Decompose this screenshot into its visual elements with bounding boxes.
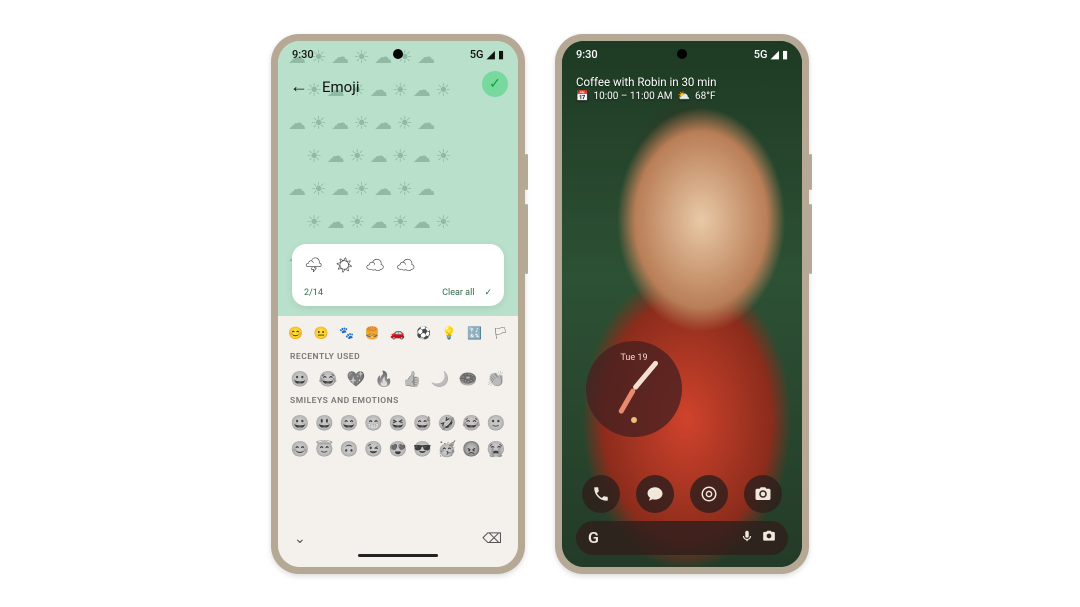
google-logo-icon: G <box>588 528 599 547</box>
app-dock <box>562 475 802 513</box>
messages-app-icon[interactable] <box>636 475 674 513</box>
section-recently-used: RECENTLY USED <box>290 352 506 362</box>
at-a-glance-widget[interactable]: Coffee with Robin in 30 min 📅 10:00 – 11… <box>576 75 788 102</box>
camera-hole <box>677 49 687 59</box>
back-arrow-icon[interactable]: ← <box>290 76 308 97</box>
clock-minute-hand <box>632 359 659 390</box>
status-time: 9:30 <box>576 48 598 61</box>
clear-all-button[interactable]: Clear all <box>442 288 474 298</box>
camera-hole <box>393 49 403 59</box>
lens-icon[interactable] <box>762 529 776 547</box>
clock-date: Tue 19 <box>586 353 682 363</box>
emoji-keyboard: 😊 😐 🐾 🍔 🚗 ⚽ 💡 🔣 🏳 RECENTLY USED 😀 😂 💖 🔥 … <box>278 316 518 567</box>
backspace-icon[interactable]: ⌫ <box>482 531 502 547</box>
tab-flags[interactable]: 🏳 <box>493 326 508 340</box>
glance-temperature: 68°F <box>695 91 716 102</box>
tab-animals[interactable]: 🐾 <box>339 326 354 340</box>
smileys-row-1: 😀 😃 😄 😁 😆 😅 🤣 😂 🙂 <box>284 410 512 436</box>
emoji-item[interactable]: 🌙 <box>430 369 450 389</box>
emoji-item[interactable]: 🥳 <box>437 439 457 459</box>
mic-icon[interactable] <box>740 529 754 547</box>
status-time: 9:30 <box>292 48 314 61</box>
emoji-item[interactable]: 😀 <box>290 369 310 389</box>
emoji-item[interactable]: 💖 <box>346 369 366 389</box>
emoji-item[interactable]: 😆 <box>388 413 408 433</box>
calendar-icon: 📅 <box>576 91 588 102</box>
emoji-item[interactable]: 😡 <box>462 439 482 459</box>
page-title: Emoji <box>322 78 359 96</box>
emoji-item[interactable]: 👍 <box>402 369 422 389</box>
tab-symbols[interactable]: 🔣 <box>467 326 482 340</box>
recent-emoji-row: 😀 😂 💖 🔥 👍 🌙 🍩 👏 <box>284 366 512 392</box>
emoji-item[interactable]: 😄 <box>339 413 359 433</box>
phone-frame-right: 9:30 5G ◢ ▮ Coffee with Robin in 30 min … <box>555 34 809 574</box>
emoji-item[interactable]: 🔥 <box>374 369 394 389</box>
status-network: 5G <box>470 48 484 61</box>
clock-second-dot <box>631 417 637 423</box>
emoji-item[interactable]: 😉 <box>364 439 384 459</box>
emoji-item[interactable]: 😎 <box>413 439 433 459</box>
emoji-item[interactable]: 😂 <box>462 413 482 433</box>
weather-icon: ⛅ <box>678 91 690 102</box>
tab-smileys[interactable]: 😊 <box>288 326 303 340</box>
emoji-item[interactable]: 😍 <box>388 439 408 459</box>
emoji-item[interactable]: 🍩 <box>458 369 478 389</box>
selected-emojis: 🌩 ☀ ☁ ☁ <box>304 256 492 274</box>
emoji-wallpaper: ☁ ☀ ☁ ☀ ☁ ☀ ☁ ☀ ☁ ☀ ☁ ☀ ☁ ☀ ☁ ☀ ☁ ☀ ☁ ☀ … <box>278 41 518 316</box>
screen-left: 9:30 5G ◢ ▮ ☁ ☀ ☁ ☀ ☁ ☀ ☁ ☀ ☁ ☀ ☁ ☀ ☁ ☀ … <box>278 41 518 567</box>
emoji-item[interactable]: 🙂 <box>486 413 506 433</box>
tab-neutral[interactable]: 😐 <box>314 326 329 340</box>
screen-right: 9:30 5G ◢ ▮ Coffee with Robin in 30 min … <box>562 41 802 567</box>
tab-food[interactable]: 🍔 <box>365 326 380 340</box>
smileys-row-2: 😊 😇 🙃 😉 😍 😎 🥳 😡 😭 <box>284 436 512 462</box>
tab-activity[interactable]: ⚽ <box>416 326 431 340</box>
phone-frame-left: 9:30 5G ◢ ▮ ☁ ☀ ☁ ☀ ☁ ☀ ☁ ☀ ☁ ☀ ☁ ☀ ☁ ☀ … <box>271 34 525 574</box>
emoji-item[interactable]: 🤣 <box>437 413 457 433</box>
emoji-item[interactable]: 🙃 <box>339 439 359 459</box>
section-smileys: SMILEYS AND EMOTIONS <box>290 396 506 406</box>
analog-clock-widget[interactable]: Tue 19 <box>586 341 682 437</box>
confirm-check-icon[interactable]: ✓ <box>484 288 492 298</box>
emoji-counter: 2/14 <box>304 288 323 298</box>
signal-icon: ◢ <box>486 48 494 61</box>
phone-app-icon[interactable] <box>582 475 620 513</box>
signal-icon: ◢ <box>770 48 778 61</box>
emoji-item[interactable]: 😊 <box>290 439 310 459</box>
battery-icon: ▮ <box>782 48 788 61</box>
emoji-item[interactable]: 😇 <box>315 439 335 459</box>
glance-event-time: 10:00 – 11:00 AM <box>593 91 672 102</box>
search-bar[interactable]: G <box>576 521 788 555</box>
browser-app-icon[interactable] <box>690 475 728 513</box>
glance-event-title: Coffee with Robin in 30 min <box>576 75 788 89</box>
tab-travel[interactable]: 🚗 <box>390 326 405 340</box>
emoji-item[interactable]: 😃 <box>315 413 335 433</box>
status-network: 5G <box>754 48 768 61</box>
clock-hour-hand <box>618 387 636 414</box>
collapse-keyboard-icon[interactable]: ⌄ <box>294 531 306 547</box>
emoji-category-tabs: 😊 😐 🐾 🍔 🚗 ⚽ 💡 🔣 🏳 <box>284 324 512 348</box>
gesture-nav-bar <box>284 549 512 563</box>
tab-objects[interactable]: 💡 <box>442 326 457 340</box>
emoji-item[interactable]: 😁 <box>364 413 384 433</box>
emoji-item[interactable]: 😂 <box>318 369 338 389</box>
title-bar: ← Emoji <box>278 69 518 105</box>
emoji-item[interactable]: 😅 <box>413 413 433 433</box>
keyboard-footer: ⌄ ⌫ <box>284 525 512 549</box>
emoji-item[interactable]: 😀 <box>290 413 310 433</box>
emoji-compose-card: 🌩 ☀ ☁ ☁ 2/14 Clear all ✓ <box>292 244 504 306</box>
battery-icon: ▮ <box>498 48 504 61</box>
camera-app-icon[interactable] <box>744 475 782 513</box>
emoji-item[interactable]: 👏 <box>486 369 506 389</box>
emoji-item[interactable]: 😭 <box>486 439 506 459</box>
nav-pill[interactable] <box>358 554 438 557</box>
